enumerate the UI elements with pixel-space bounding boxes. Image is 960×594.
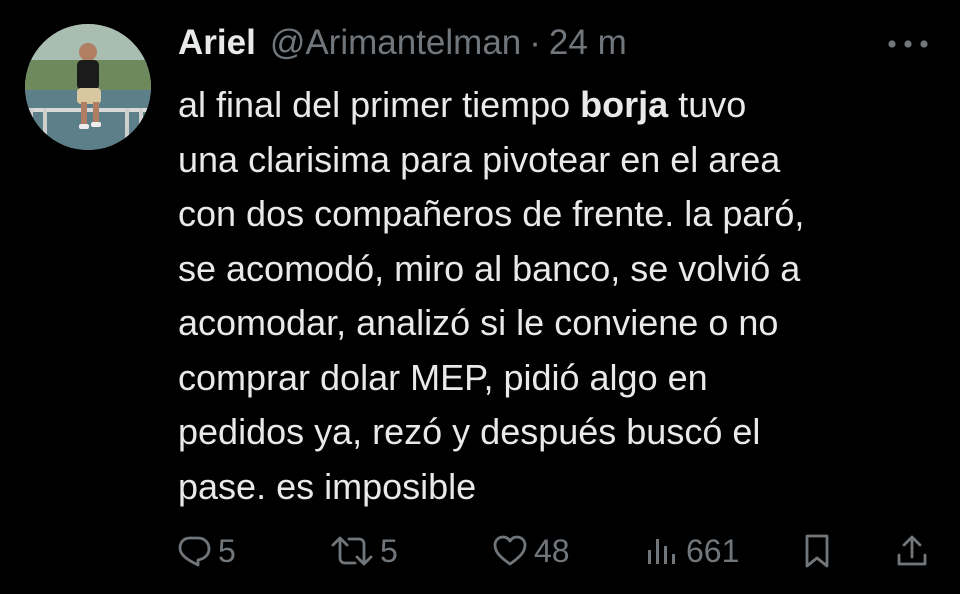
bookmark-icon bbox=[805, 534, 829, 568]
more-options-button[interactable] bbox=[884, 30, 932, 58]
user-photo-avatar-icon bbox=[25, 24, 151, 150]
like-button[interactable]: 48 bbox=[492, 526, 570, 576]
reply-count: 5 bbox=[218, 532, 236, 569]
reply-button[interactable]: 5 bbox=[176, 526, 236, 576]
separator-dot: · bbox=[529, 23, 541, 62]
tweet-text-line: acomodar, analizó si le conviene o no bbox=[178, 302, 779, 343]
share-button[interactable] bbox=[894, 526, 930, 576]
retweet-button[interactable]: 5 bbox=[330, 526, 398, 576]
views-button[interactable]: 661 bbox=[644, 526, 739, 576]
tweet[interactable]: Ariel @Arimantelman · 24 m al final del … bbox=[0, 0, 960, 594]
retweet-count: 5 bbox=[380, 532, 398, 569]
share-icon bbox=[897, 535, 927, 566]
tweet-timestamp[interactable]: 24 m bbox=[549, 23, 627, 63]
avatar[interactable] bbox=[25, 24, 151, 150]
tweet-text-line: con dos compañeros de frente. la paró, bbox=[178, 193, 805, 234]
tweet-text: al final del primer tiempo borja tuvo un… bbox=[178, 78, 938, 514]
like-count: 48 bbox=[534, 532, 570, 569]
reply-icon bbox=[178, 536, 211, 567]
tweet-text-line: comprar dolar MEP, pidió algo en bbox=[178, 356, 708, 398]
tweet-text-line: al final del primer tiempo borja tuvo bbox=[178, 84, 747, 125]
bookmark-button[interactable] bbox=[800, 526, 834, 576]
more-dots-icon bbox=[888, 40, 928, 48]
heart-icon bbox=[493, 535, 527, 566]
author-handle[interactable]: @Arimantelman bbox=[270, 23, 521, 63]
tweet-text-line: pase. es imposible bbox=[178, 465, 477, 507]
tweet-text-line: pedidos ya, rezó y después buscó el bbox=[178, 411, 761, 452]
author-name[interactable]: Ariel bbox=[178, 23, 256, 63]
analytics-bar-icon bbox=[648, 539, 675, 564]
bold-mention-text: borja bbox=[580, 84, 669, 125]
tweet-text-line: una clarisima para pivotear en el area bbox=[178, 138, 781, 180]
tweet-text-line: se acomodó, miro al banco, se volvió a bbox=[178, 247, 801, 289]
view-count: 661 bbox=[686, 532, 740, 569]
retweet-icon bbox=[331, 536, 373, 566]
action-bar: 5 5 48 661 bbox=[0, 526, 960, 576]
tweet-header: Ariel @Arimantelman · 24 m bbox=[178, 20, 627, 66]
